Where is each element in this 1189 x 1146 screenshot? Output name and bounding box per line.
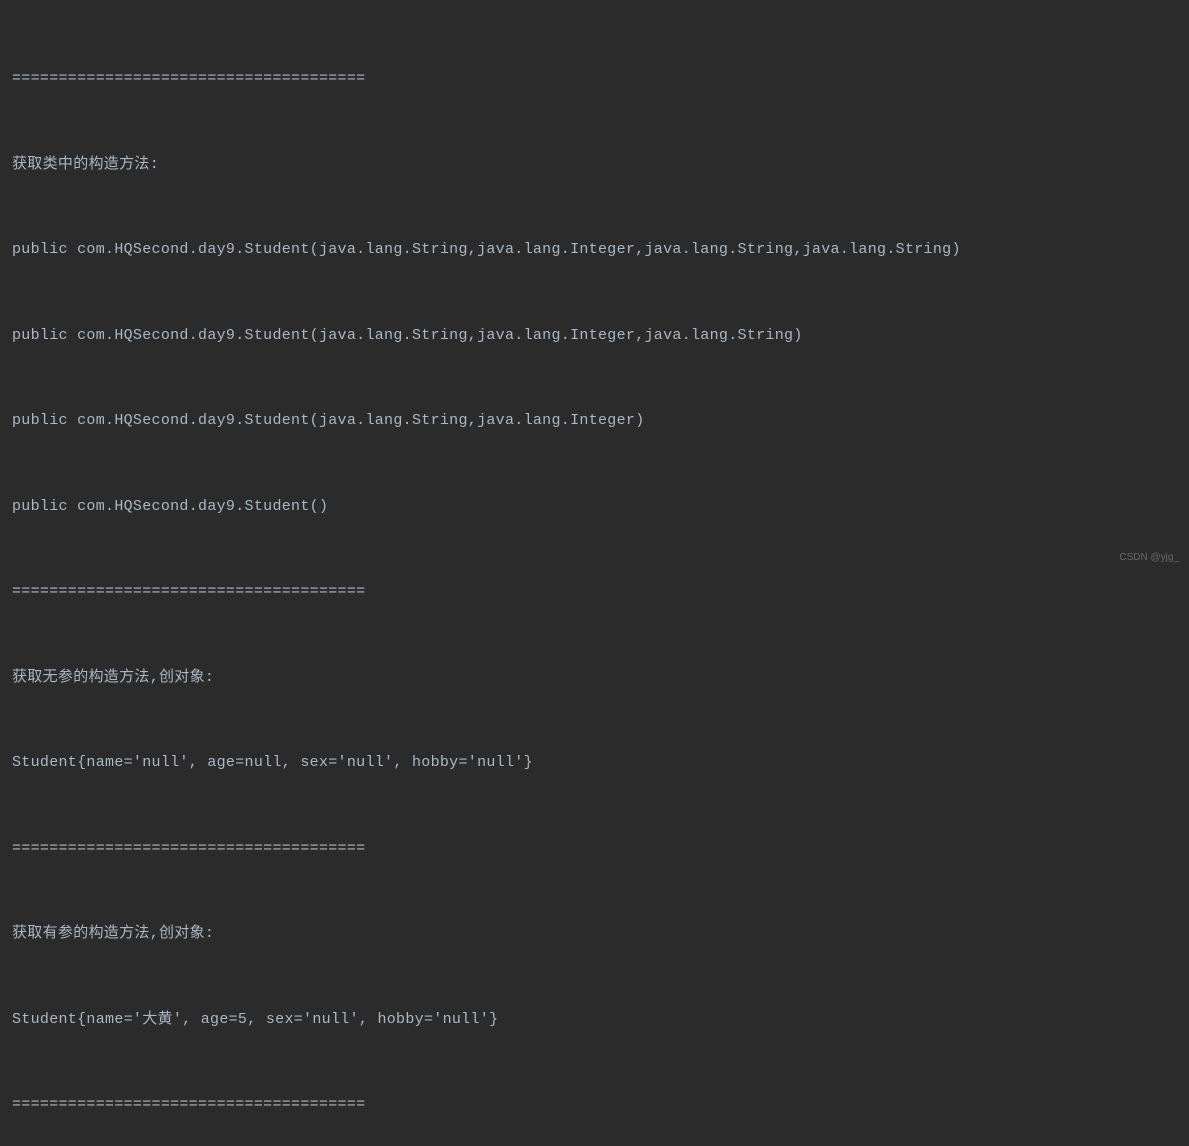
watermark: CSDN @yjg_ <box>1119 548 1179 567</box>
output-line: 获取无参的构造方法,创对象: <box>12 664 1177 693</box>
console-output: ====================================== 获… <box>12 8 1177 1146</box>
output-line: 获取有参的构造方法,创对象: <box>12 920 1177 949</box>
output-line: ====================================== <box>12 578 1177 607</box>
output-line: ====================================== <box>12 835 1177 864</box>
output-line: public com.HQSecond.day9.Student() <box>12 493 1177 522</box>
output-line: ====================================== <box>12 1091 1177 1120</box>
output-line: public com.HQSecond.day9.Student(java.la… <box>12 322 1177 351</box>
output-line: public com.HQSecond.day9.Student(java.la… <box>12 407 1177 436</box>
output-line: Student{name='大黄', age=5, sex='null', ho… <box>12 1006 1177 1035</box>
output-line: Student{name='null', age=null, sex='null… <box>12 749 1177 778</box>
output-line: public com.HQSecond.day9.Student(java.la… <box>12 236 1177 265</box>
output-line: ====================================== <box>12 65 1177 94</box>
output-line: 获取类中的构造方法: <box>12 151 1177 180</box>
